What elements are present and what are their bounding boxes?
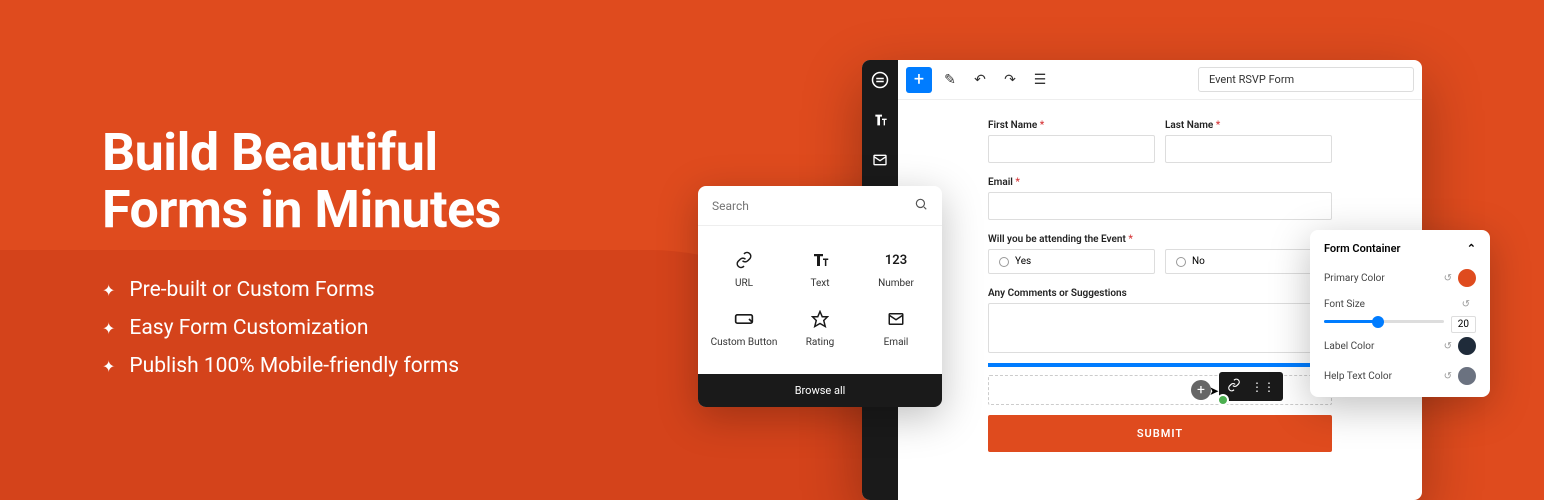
- help-text-color-row[interactable]: Help Text Color ↺: [1324, 367, 1476, 385]
- last-name-field: Last Name *: [1165, 120, 1332, 163]
- picker-browse-all[interactable]: Browse all: [698, 374, 942, 407]
- mail-icon[interactable]: [870, 150, 890, 170]
- settings-panel: Form Container ⌃ Primary Color ↺ Font Si…: [1310, 230, 1490, 397]
- first-name-label: First Name *: [988, 120, 1155, 131]
- chevron-up-icon: ⌃: [1467, 242, 1476, 255]
- picker-item-text[interactable]: Text: [782, 240, 858, 299]
- sparkle-icon: ✦: [102, 319, 115, 338]
- feature-text: Publish 100% Mobile-friendly forms: [129, 354, 459, 378]
- first-name-field: First Name *: [988, 120, 1155, 163]
- attending-field: Will you be attending the Event * Yes No: [988, 234, 1332, 274]
- headline-line-2: Forms in Minutes: [102, 179, 501, 240]
- feature-text: Pre-built or Custom Forms: [129, 278, 374, 302]
- block-placeholder[interactable]: + ⋮⋮ ➤: [988, 375, 1332, 405]
- picker-item-email[interactable]: Email: [858, 299, 934, 358]
- redo-icon[interactable]: ↷: [998, 68, 1022, 92]
- picker-grid: URL Text 123Number Custom Button Rating …: [698, 226, 942, 374]
- picker-label: Rating: [806, 337, 834, 348]
- picker-label: Email: [884, 337, 909, 348]
- marketing-copy: Build Beautiful Forms in Minutes ✦ Pre-bu…: [102, 124, 501, 392]
- slider-thumb[interactable]: [1372, 316, 1384, 328]
- picker-label: Text: [810, 278, 829, 289]
- editor-toolbar: + ✎ ↶ ↷ ☰: [898, 60, 1422, 100]
- sparkle-icon: ✦: [102, 357, 115, 376]
- comments-field: Any Comments or Suggestions: [988, 288, 1332, 353]
- first-name-input[interactable]: [988, 135, 1155, 163]
- menu-icon[interactable]: ☰: [1028, 68, 1052, 92]
- setting-label: Font Size: [1324, 299, 1365, 310]
- radio-circle-icon: [999, 257, 1009, 267]
- picker-label: Custom Button: [711, 337, 778, 348]
- picker-item-rating[interactable]: Rating: [782, 299, 858, 358]
- headline-line-1: Build Beautiful: [102, 122, 438, 183]
- logo-icon[interactable]: [870, 70, 890, 90]
- slider-fill: [1324, 320, 1378, 323]
- undo-icon[interactable]: ↶: [968, 68, 992, 92]
- reset-icon[interactable]: ↺: [1444, 371, 1452, 382]
- setting-label: Label Color: [1324, 341, 1374, 352]
- settings-header[interactable]: Form Container ⌃: [1324, 242, 1476, 255]
- settings-title: Form Container: [1324, 242, 1400, 255]
- picker-label: Number: [878, 278, 914, 289]
- email-input[interactable]: [988, 192, 1332, 220]
- drag-handle-icon[interactable]: ⋮⋮: [1251, 380, 1275, 394]
- block-picker-popup: URL Text 123Number Custom Button Rating …: [698, 186, 942, 407]
- color-swatch[interactable]: [1458, 337, 1476, 355]
- reset-icon[interactable]: ↺: [1444, 341, 1452, 352]
- radio-yes[interactable]: Yes: [988, 249, 1155, 274]
- comments-label: Any Comments or Suggestions: [988, 288, 1332, 299]
- typography-icon[interactable]: [870, 110, 890, 130]
- block-floating-toolbar: ⋮⋮: [1219, 372, 1283, 401]
- star-icon: [811, 309, 829, 329]
- font-size-row: Font Size ↺ 20: [1324, 299, 1476, 323]
- font-size-value[interactable]: 20: [1451, 316, 1476, 333]
- text-icon: [811, 250, 829, 270]
- feature-item: ✦ Publish 100% Mobile-friendly forms: [102, 354, 501, 378]
- form-title-input[interactable]: [1198, 67, 1414, 92]
- color-swatch[interactable]: [1458, 367, 1476, 385]
- radio-circle-icon: [1176, 257, 1186, 267]
- setting-label: Help Text Color: [1324, 371, 1392, 382]
- mail-icon: [887, 309, 905, 329]
- label-color-row[interactable]: Label Color ↺: [1324, 337, 1476, 355]
- color-swatch[interactable]: [1458, 269, 1476, 287]
- attending-label: Will you be attending the Event *: [988, 234, 1332, 245]
- feature-item: ✦ Easy Form Customization: [102, 316, 501, 340]
- picker-item-url[interactable]: URL: [706, 240, 782, 299]
- selected-block-indicator: [988, 363, 1332, 367]
- feature-list: ✦ Pre-built or Custom Forms ✦ Easy Form Cu…: [102, 278, 501, 378]
- setting-label: Primary Color: [1324, 273, 1385, 284]
- number-icon: 123: [885, 250, 907, 270]
- link-icon: [735, 250, 753, 270]
- feature-text: Easy Form Customization: [129, 316, 368, 340]
- picker-label: URL: [735, 278, 753, 289]
- edit-icon[interactable]: ✎: [938, 68, 962, 92]
- reset-icon[interactable]: ↺: [1462, 299, 1470, 310]
- submit-button[interactable]: SUBMIT: [988, 415, 1332, 452]
- last-name-input[interactable]: [1165, 135, 1332, 163]
- picker-item-custom-button[interactable]: Custom Button: [706, 299, 782, 358]
- link-icon[interactable]: [1227, 378, 1241, 395]
- add-block-button[interactable]: +: [906, 67, 932, 93]
- radio-no[interactable]: No: [1165, 249, 1332, 274]
- picker-search-input[interactable]: [712, 199, 914, 213]
- last-name-label: Last Name *: [1165, 120, 1332, 131]
- picker-search-row: [698, 186, 942, 226]
- reset-icon[interactable]: ↺: [1444, 273, 1452, 284]
- email-field: Email *: [988, 177, 1332, 220]
- picker-item-number[interactable]: 123 Number: [858, 240, 934, 299]
- font-size-slider[interactable]: [1324, 320, 1444, 323]
- headline: Build Beautiful Forms in Minutes: [102, 124, 501, 238]
- search-icon[interactable]: [914, 196, 928, 215]
- sparkle-icon: ✦: [102, 281, 115, 300]
- feature-item: ✦ Pre-built or Custom Forms: [102, 278, 501, 302]
- comments-textarea[interactable]: [988, 303, 1332, 353]
- status-dot: [1217, 394, 1229, 406]
- email-label: Email *: [988, 177, 1332, 188]
- button-icon: [734, 309, 754, 329]
- primary-color-row[interactable]: Primary Color ↺: [1324, 269, 1476, 287]
